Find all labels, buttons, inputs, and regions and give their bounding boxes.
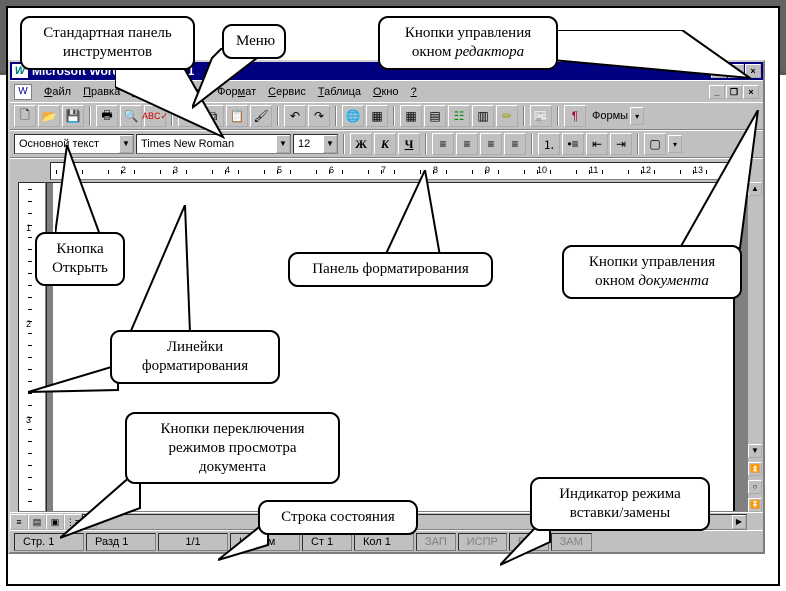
menu-table[interactable]: Таблица	[318, 86, 361, 98]
format-painter-button[interactable]: 🖌	[250, 105, 272, 127]
print-preview-button[interactable]: 🔍	[120, 105, 142, 127]
indent-button[interactable]: ⇥	[610, 133, 632, 155]
hyperlink-button[interactable]: 🌐	[342, 105, 364, 127]
menu-insert[interactable]: Вставка	[164, 86, 205, 98]
italic-button[interactable]: К	[374, 133, 396, 155]
menubar[interactable]: W Файл Правка Вид Вставка Формат Сервис …	[10, 80, 763, 102]
toolbar-more-button[interactable]: ▾	[630, 107, 644, 125]
close-button[interactable]: ×	[745, 64, 761, 78]
callout-formatting-toolbar: Панель форматирования	[288, 252, 493, 287]
scroll-up-button[interactable]: ▲	[748, 182, 762, 196]
web-toolbar-button[interactable]: ▦	[366, 105, 388, 127]
outline-view-button[interactable]: ⋮≡	[64, 514, 82, 530]
status-pageof: 1/1	[158, 533, 228, 551]
font-combo[interactable]: Times New Roman▼	[136, 134, 291, 154]
scroll-down-button[interactable]: ▼	[748, 444, 762, 458]
weblayout-view-button[interactable]: ▤	[28, 514, 46, 530]
excel-button[interactable]: ☷	[448, 105, 470, 127]
insert-table-button[interactable]: ▤	[424, 105, 446, 127]
scroll-right-button[interactable]: ▶	[732, 515, 746, 529]
maximize-button[interactable]: □	[728, 64, 744, 78]
status-trk[interactable]: ИСПР	[458, 533, 507, 551]
style-value: Основной текст	[19, 138, 99, 150]
status-ovr[interactable]: ЗАМ	[551, 533, 592, 551]
menu-view[interactable]: Вид	[132, 86, 152, 98]
tables-borders-button[interactable]: ▦	[400, 105, 422, 127]
fontsize-value: 12	[298, 138, 310, 150]
vertical-scrollbar[interactable]: ▲ ▼ ⏫ ○ ⏬	[747, 182, 763, 512]
copy-button[interactable]: ⧉	[202, 105, 224, 127]
status-ext[interactable]: ВДЛ	[509, 533, 549, 551]
callout-ovr-indicator: Индикатор режима вставки/замены	[530, 477, 710, 531]
callout-menu: Меню	[222, 24, 286, 59]
forms-label: Формы	[592, 110, 628, 122]
align-right-button[interactable]: ≡	[480, 133, 502, 155]
align-left-button[interactable]: ≡	[432, 133, 454, 155]
format-more-button[interactable]: ▾	[668, 135, 682, 153]
style-combo[interactable]: Основной текст▼	[14, 134, 134, 154]
next-page-button[interactable]: ⏬	[748, 498, 762, 512]
new-doc-button[interactable]: 🗋	[14, 105, 36, 127]
show-hide-button[interactable]: ¶	[564, 105, 586, 127]
columns-button[interactable]: ▥	[472, 105, 494, 127]
status-line: Ст 1	[302, 533, 352, 551]
menu-help[interactable]: ?	[411, 86, 417, 98]
normal-view-button[interactable]: ≡	[10, 514, 28, 530]
justify-button[interactable]: ≡	[504, 133, 526, 155]
status-rec[interactable]: ЗАП	[416, 533, 456, 551]
browse-object-button[interactable]: ○	[748, 480, 762, 494]
menu-window[interactable]: Окно	[373, 86, 399, 98]
save-button[interactable]: 💾	[62, 105, 84, 127]
horizontal-ruler[interactable]: 12345678910111213	[50, 162, 745, 180]
doc-icon: W	[14, 84, 32, 100]
standard-toolbar: 🗋 📂 💾 🖶 🔍 ABC✓ ✂ ⧉ 📋 🖌 ↶ ↷ 🌐 ▦ ▦ ▤ ☷ ▥ ✏…	[10, 102, 763, 130]
cut-button[interactable]: ✂	[178, 105, 200, 127]
print-button[interactable]: 🖶	[96, 105, 118, 127]
callout-view-buttons: Кнопки переключения режимов просмотра до…	[125, 412, 340, 484]
open-button[interactable]: 📂	[38, 105, 60, 127]
document-window-controls: _ ❐ ×	[709, 85, 759, 99]
editor-window-controls: _ □ ×	[711, 64, 761, 78]
doc-close-button[interactable]: ×	[743, 85, 759, 99]
doc-minimize-button[interactable]: _	[709, 85, 725, 99]
borders-button[interactable]: ▢	[644, 133, 666, 155]
bulleted-list-button[interactable]: •≡	[562, 133, 584, 155]
callout-editor-window-controls: Кнопки управленияокном редактора	[378, 16, 558, 70]
callout-open-button: Кнопка Открыть	[35, 232, 125, 286]
menu-format[interactable]: Формат	[217, 86, 256, 98]
document-map-button[interactable]: 📰	[530, 105, 552, 127]
menu-file[interactable]: Файл	[44, 86, 71, 98]
font-value: Times New Roman	[141, 138, 234, 150]
callout-standard-toolbar: Стандартная панель инструментов	[20, 16, 195, 70]
callout-rulers: Линейки форматирования	[110, 330, 280, 384]
fontsize-combo[interactable]: 12▼	[293, 134, 338, 154]
drawing-button[interactable]: ✏	[496, 105, 518, 127]
menu-tools[interactable]: Сервис	[268, 86, 306, 98]
underline-button[interactable]: Ч	[398, 133, 420, 155]
paste-button[interactable]: 📋	[226, 105, 248, 127]
status-column: Кол 1	[354, 533, 414, 551]
ruler-row: 12345678910111213	[10, 158, 763, 182]
prev-page-button[interactable]: ⏫	[748, 462, 762, 476]
bold-button[interactable]: Ж	[350, 133, 372, 155]
pagelayout-view-button[interactable]: ▣	[46, 514, 64, 530]
callout-document-window-controls: Кнопки управленияокном документа	[562, 245, 742, 299]
numbered-list-button[interactable]: ⒈	[538, 133, 560, 155]
callout-statusbar: Строка состояния	[258, 500, 418, 535]
formatting-toolbar: Основной текст▼ Times New Roman▼ 12▼ Ж К…	[10, 130, 763, 158]
menu-edit[interactable]: Правка	[83, 86, 120, 98]
status-at: На 2см	[230, 533, 300, 551]
scroll-left-button[interactable]: ◀	[83, 515, 97, 529]
redo-button[interactable]: ↷	[308, 105, 330, 127]
doc-restore-button[interactable]: ❐	[726, 85, 742, 99]
spellcheck-button[interactable]: ABC✓	[144, 105, 166, 127]
align-center-button[interactable]: ≡	[456, 133, 478, 155]
status-section: Разд 1	[86, 533, 156, 551]
status-page: Стр. 1	[14, 533, 84, 551]
minimize-button[interactable]: _	[711, 64, 727, 78]
outdent-button[interactable]: ⇤	[586, 133, 608, 155]
undo-button[interactable]: ↶	[284, 105, 306, 127]
